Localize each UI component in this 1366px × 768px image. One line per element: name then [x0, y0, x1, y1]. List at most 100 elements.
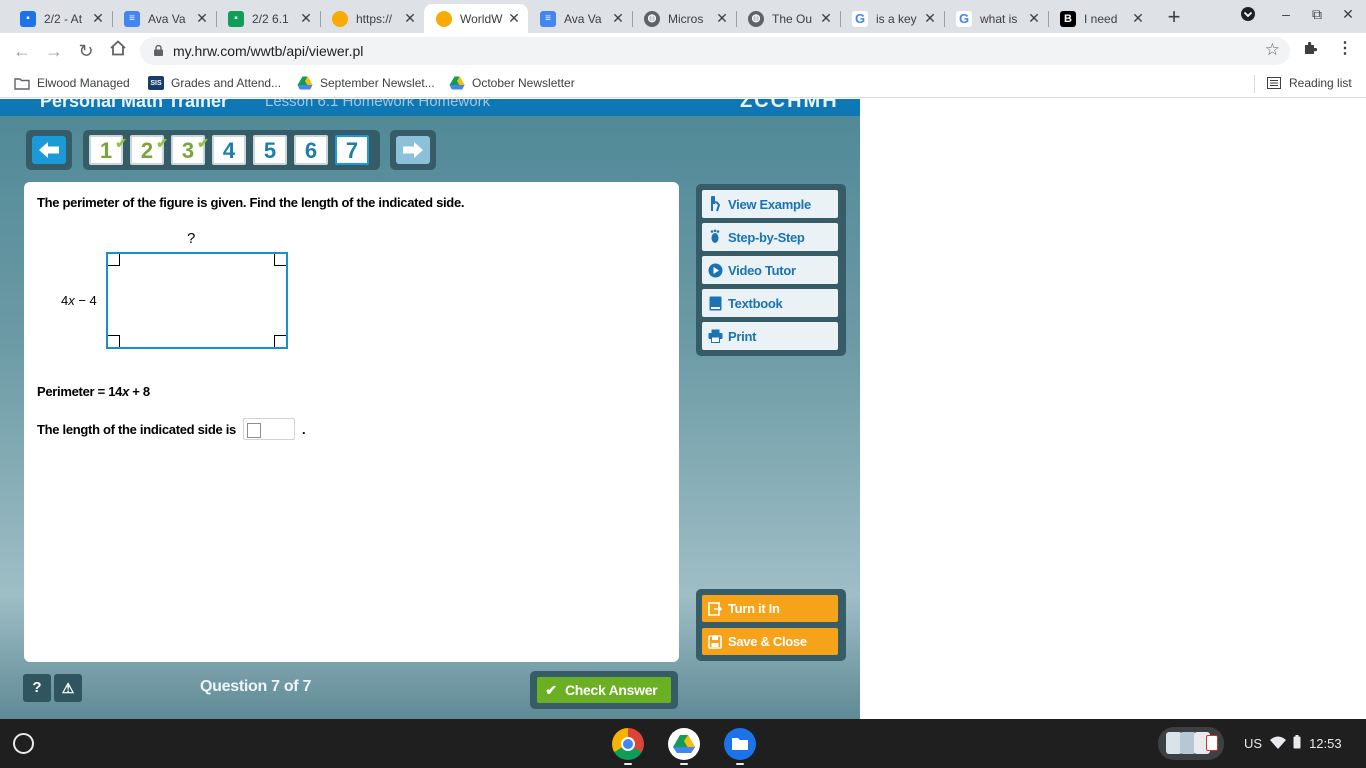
close-icon[interactable]: ✕	[818, 10, 834, 27]
tab[interactable]: ▪ 2/2 - At ✕	[8, 4, 112, 33]
close-icon[interactable]: ✕	[1026, 10, 1042, 27]
folder-icon	[14, 76, 30, 90]
print-button[interactable]: Print	[702, 322, 838, 350]
sentence-period: .	[301, 421, 306, 437]
launcher-icon[interactable]	[13, 733, 34, 754]
close-icon[interactable]: ✕	[298, 10, 314, 27]
close-icon[interactable]: ✕	[1130, 10, 1146, 27]
bookmark-label: Elwood Managed	[37, 76, 130, 90]
report-problem-button[interactable]: ⚠	[54, 674, 82, 702]
extensions-icon[interactable]	[1302, 40, 1319, 62]
tab-search-icon[interactable]	[1238, 6, 1258, 25]
restore-icon[interactable]: ⧉	[1307, 6, 1327, 23]
classroom-icon: ▪	[20, 10, 36, 27]
close-icon[interactable]: ✕	[90, 10, 106, 27]
circle-icon	[332, 10, 348, 27]
question-3-button[interactable]: 3 ✔	[171, 135, 209, 165]
question-4-button[interactable]: 4	[212, 135, 246, 165]
tab-title: Micros	[668, 11, 704, 26]
help-button[interactable]: ?	[23, 674, 51, 702]
drive-icon[interactable]	[668, 728, 700, 760]
bookmark-item[interactable]: October Newsletter	[449, 76, 575, 90]
step-by-step-button[interactable]: Step-by-Step	[702, 223, 838, 251]
play-icon	[702, 263, 728, 278]
tab[interactable]: ◍ Micros ✕	[632, 4, 736, 33]
check-answer-button[interactable]: ✔ Check Answer	[537, 677, 671, 703]
question-7-button[interactable]: 7	[335, 135, 369, 165]
tab[interactable]: ≡ Ava Va ✕	[528, 4, 632, 33]
files-icon[interactable]	[724, 728, 756, 760]
close-icon[interactable]: ✕	[922, 10, 938, 27]
brainly-icon: B	[1060, 10, 1076, 27]
tab-title: Ava Va	[148, 11, 186, 26]
new-tab-button[interactable]: +	[1160, 4, 1188, 32]
previous-question-button[interactable]	[26, 130, 72, 170]
answer-row: The length of the indicated side is .	[37, 418, 306, 440]
address-bar[interactable]: my.hrw.com/wwtb/api/viewer.pl ☆	[140, 37, 1290, 65]
home-icon[interactable]	[106, 39, 130, 63]
check-icon: ✔	[115, 135, 127, 151]
rectangle	[106, 252, 288, 349]
right-angle-marker	[274, 254, 286, 266]
turn-it-in-button[interactable]: Turn it In	[702, 595, 838, 622]
tab-title: is a key	[876, 11, 917, 26]
tab[interactable]: G what is ✕	[944, 4, 1048, 33]
check-icon: ✔	[197, 135, 209, 151]
status-tray[interactable]: US 12:53	[1232, 727, 1360, 760]
close-icon[interactable]: ✕	[506, 10, 522, 27]
tab-title: 2/2 6.1	[252, 11, 289, 26]
close-icon[interactable]: ✕	[194, 10, 210, 27]
close-icon[interactable]: ✕	[402, 10, 418, 27]
breadcrumb: Lesson 6.1 Homework Homework	[265, 99, 491, 110]
question-5-button[interactable]: 5	[253, 135, 287, 165]
bookmark-item[interactable]: Elwood Managed	[14, 76, 130, 90]
tab[interactable]: B I need ✕	[1048, 4, 1152, 33]
holding-space-tray[interactable]	[1158, 727, 1224, 760]
submission-panel: Turn it In Save & Close	[696, 589, 846, 661]
tab-active[interactable]: WorldW ✕	[424, 4, 528, 33]
right-angle-marker	[108, 335, 120, 347]
hand-icon	[702, 196, 728, 212]
check-answer-frame: ✔ Check Answer	[530, 671, 678, 709]
tab[interactable]: ≡ Ava Va ✕	[112, 4, 216, 33]
tab-title: The Ou	[772, 11, 813, 26]
tab[interactable]: ◍ The Ou ✕	[736, 4, 840, 33]
bookmark-label: October Newsletter	[472, 76, 575, 90]
reload-icon[interactable]: ↻	[74, 39, 98, 63]
chrome-icon[interactable]	[612, 728, 644, 760]
view-example-button[interactable]: View Example	[702, 190, 838, 218]
minimize-icon[interactable]: –	[1276, 6, 1296, 22]
forward-icon[interactable]: →	[42, 39, 66, 63]
menu-icon[interactable]: ⋮	[1337, 38, 1353, 58]
circle-icon	[436, 10, 452, 27]
bookmark-item[interactable]: SIS Grades and Attend...	[148, 76, 281, 90]
tab[interactable]: ▪ 2/2 6.1 ✕	[216, 4, 320, 33]
check-icon: ✔	[156, 135, 168, 151]
bookmark-label: Grades and Attend...	[171, 76, 282, 90]
close-icon[interactable]: ✕	[714, 10, 730, 27]
question-2-button[interactable]: 2 ✔	[130, 135, 168, 165]
perimeter-statement: Perimeter = 14x + 8	[37, 384, 150, 399]
question-prompt: The perimeter of the figure is given. Fi…	[37, 195, 465, 210]
close-icon[interactable]: ✕	[610, 10, 626, 27]
reading-list-button[interactable]: Reading list	[1266, 76, 1352, 90]
textbook-button[interactable]: Textbook	[702, 289, 838, 317]
next-question-button[interactable]	[390, 130, 436, 170]
answer-input-box[interactable]	[242, 418, 295, 440]
tab[interactable]: https:// ✕	[320, 4, 424, 33]
tab[interactable]: G is a key ✕	[840, 4, 944, 33]
bookmark-item[interactable]: September Newslet...	[297, 76, 435, 90]
video-tutor-button[interactable]: Video Tutor	[702, 256, 838, 284]
reading-list-icon	[1266, 76, 1282, 90]
bookmark-star-icon[interactable]: ☆	[1265, 40, 1280, 60]
question-6-button[interactable]: 6	[294, 135, 328, 165]
question-1-button[interactable]: 1 ✔	[89, 135, 127, 165]
page-viewport: Personal Math Trainer Lesson 6.1 Homewor…	[0, 99, 1366, 719]
answer-input[interactable]	[243, 419, 294, 439]
math-trainer-app: Personal Math Trainer Lesson 6.1 Homewor…	[0, 99, 860, 719]
close-window-icon[interactable]: ✕	[1338, 6, 1358, 23]
back-icon[interactable]: ←	[10, 39, 34, 63]
save-and-close-button[interactable]: Save & Close	[702, 628, 838, 655]
right-angle-marker	[274, 335, 286, 347]
tab-title: what is	[980, 11, 1018, 26]
